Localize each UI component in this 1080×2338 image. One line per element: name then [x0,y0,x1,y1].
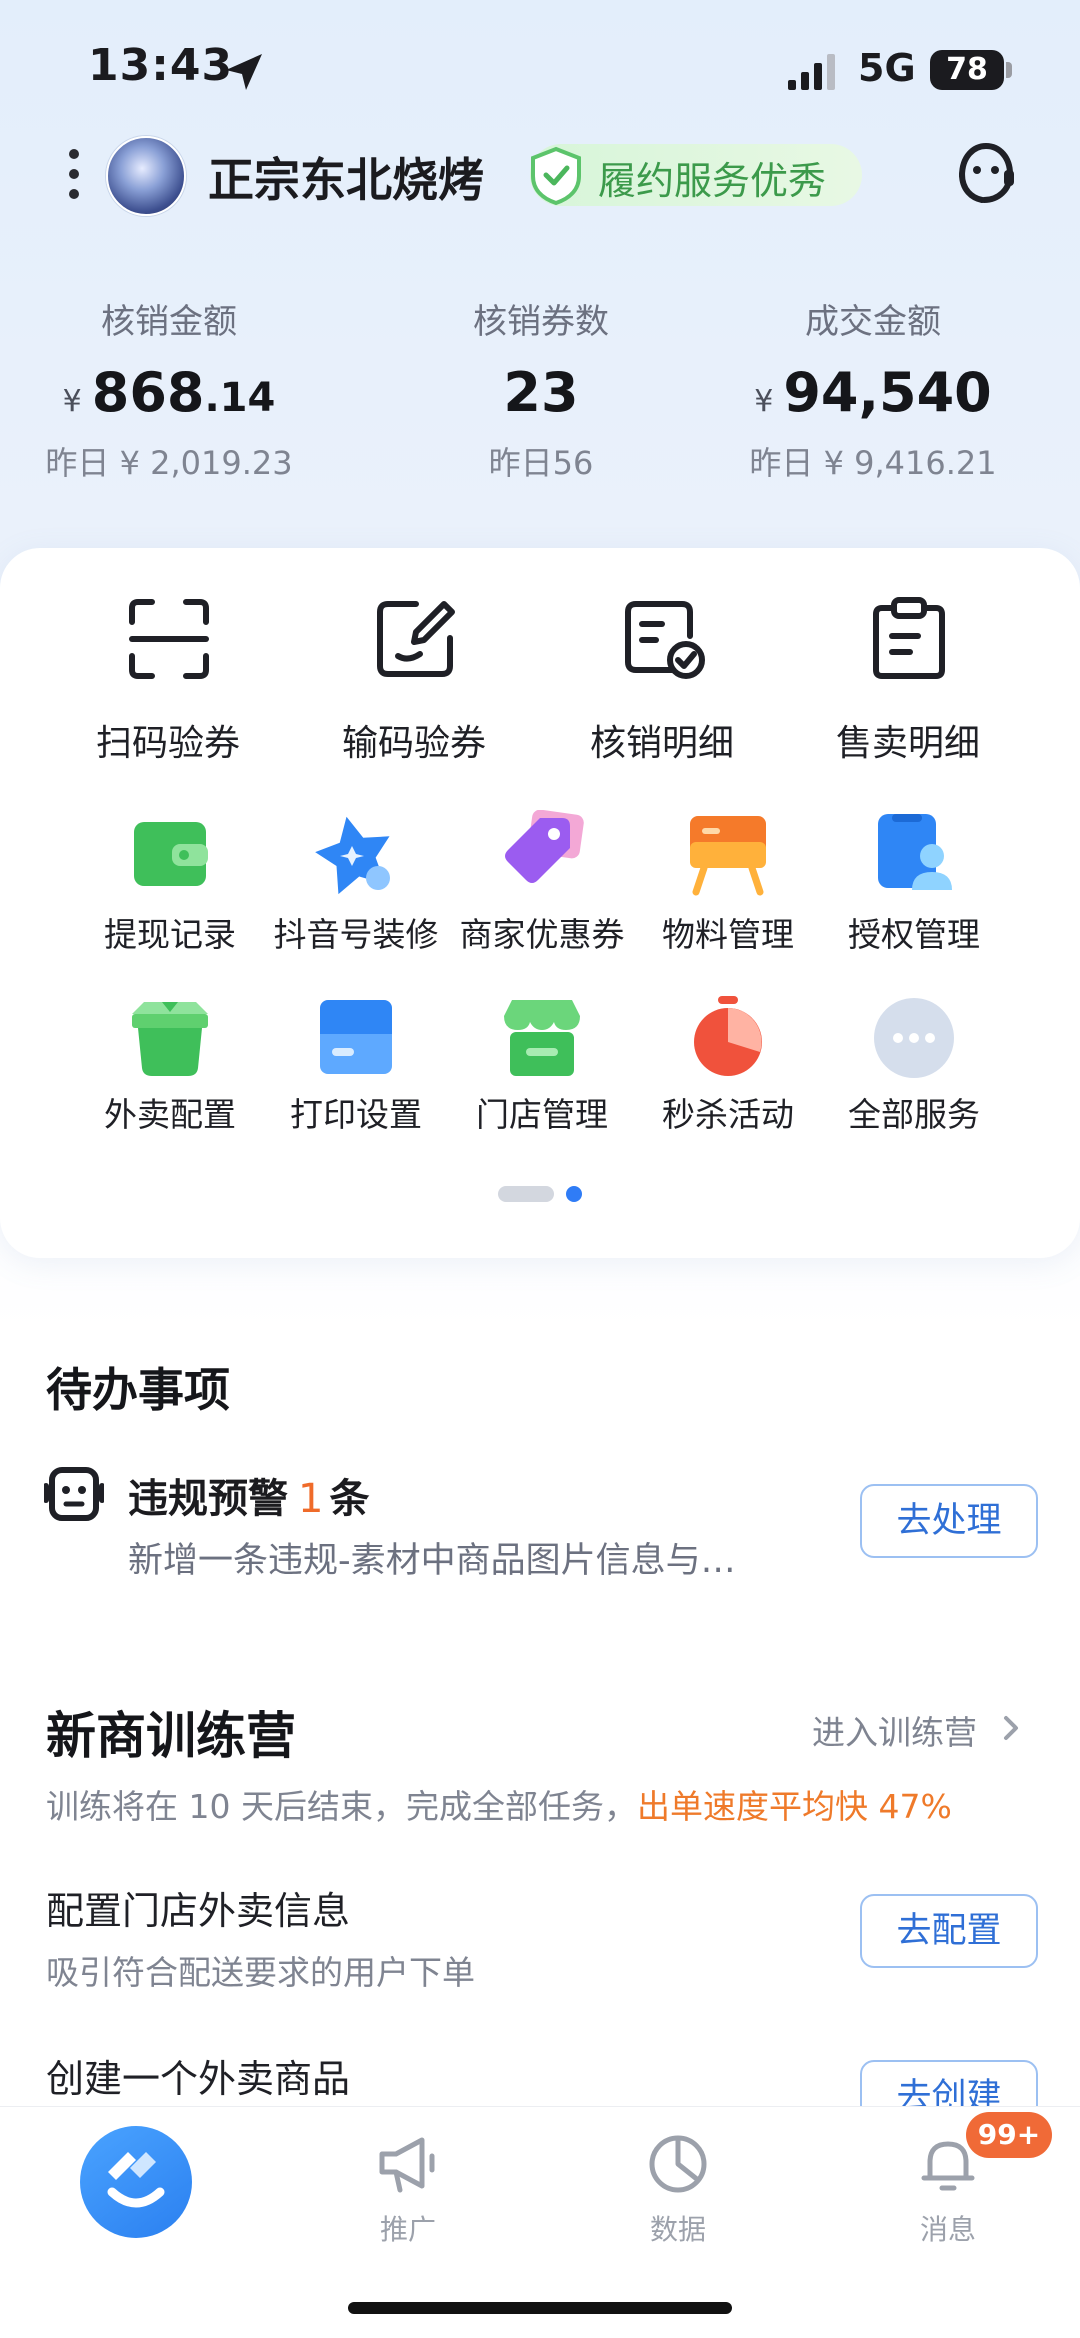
service-badge-label: 履约服务优秀 [598,159,827,203]
verify-detail-icon[interactable] [620,596,706,682]
quick-action-label[interactable]: 售卖明细 [788,714,1028,766]
more-menu-icon[interactable] [66,148,82,200]
task-subtitle: 吸引符合配送要求的用户下单 [46,1953,475,1992]
stat-yesterday: 昨日 ¥ 2,019.23 [45,444,293,482]
stat-label: 核销金额 [101,302,237,342]
tab-label-messages[interactable]: 消息 [888,2208,1008,2248]
customer-service-icon[interactable] [952,140,1020,208]
tab-label-data[interactable]: 数据 [618,2208,738,2248]
authorize-icon[interactable] [872,810,956,894]
scan-icon[interactable] [126,596,212,682]
quick-action-label[interactable]: 扫码验券 [48,714,288,766]
message-count-badge: 99+ [966,2112,1052,2158]
enter-training-link[interactable]: 进入训练营 [812,1706,977,1754]
tab-label-promote[interactable]: 推广 [348,2208,468,2248]
status-time: 13:43 [88,40,234,91]
handle-button[interactable]: 去处理 [860,1484,1038,1558]
megaphone-icon[interactable] [376,2132,440,2196]
training-desc: 训练将在 10 天后结束，完成全部任务，出单速度平均快 47% [46,1787,952,1826]
coupon-tag-icon[interactable] [500,810,584,894]
service-label[interactable]: 抖音号装修 [256,908,456,956]
stat-value: 23 [503,361,579,424]
service-label[interactable]: 外卖配置 [70,1088,270,1136]
service-label[interactable]: 授权管理 [814,908,1014,956]
delivery-bag-icon[interactable] [128,996,212,1080]
stat-verified-count[interactable]: 核销券数 23 昨日56 [376,294,706,484]
service-label[interactable]: 提现记录 [70,908,270,956]
stat-label: 成交金额 [805,302,941,342]
stat-deal-amount[interactable]: 成交金额 ¥94,540 昨日 ¥ 9,416.21 [708,294,1038,484]
network-type: 5G [858,46,916,90]
home-tab[interactable] [80,2126,192,2238]
stopwatch-icon[interactable] [686,994,770,1078]
todo-item-desc[interactable]: 新增一条违规-素材中商品图片信息与… [128,1532,736,1583]
stat-value: ¥868.14 [62,361,276,424]
stat-yesterday: 昨日56 [488,444,594,482]
stat-value: ¥94,540 [754,361,992,424]
training-section-title: 新商训练营 [46,1707,296,1765]
service-label[interactable]: 物料管理 [628,908,828,956]
todo-item-title[interactable]: 违规预警 1 条 [128,1466,369,1524]
battery-level: 78 [930,50,1004,90]
quick-action-label[interactable]: 输码验券 [294,714,534,766]
store-name[interactable]: 正宗东北烧烤 [208,144,484,210]
storefront-icon[interactable] [500,996,584,1080]
location-arrow-icon [226,54,262,90]
stat-verified-amount[interactable]: 核销金额 ¥868.14 昨日 ¥ 2,019.23 [4,294,334,484]
more-icon[interactable] [872,996,956,1080]
stat-yesterday: 昨日 ¥ 9,416.21 [749,444,997,482]
service-label[interactable]: 秒杀活动 [628,1088,828,1136]
task-title: 创建一个外卖商品 [46,2057,351,2101]
store-avatar[interactable] [106,136,186,216]
page-indicator-active[interactable] [566,1186,582,1202]
easel-icon[interactable] [686,812,770,896]
shield-icon [531,146,581,206]
edit-code-icon[interactable] [372,596,458,682]
configure-button[interactable]: 去配置 [860,1894,1038,1968]
wallet-icon[interactable] [128,812,212,896]
task-title: 配置门店外卖信息 [46,1889,351,1933]
service-label[interactable]: 全部服务 [814,1088,1014,1136]
printer-icon[interactable] [314,996,398,1080]
service-label[interactable]: 门店管理 [442,1088,642,1136]
todo-section-title: 待办事项 [46,1363,230,1417]
robot-alert-icon [44,1467,104,1521]
home-logo-icon [107,2152,165,2208]
stat-label: 核销券数 [473,302,609,342]
service-label[interactable]: 打印设置 [256,1088,456,1136]
chevron-right-icon[interactable] [1000,1712,1024,1744]
page-indicator-inactive[interactable] [498,1186,554,1202]
home-indicator[interactable] [348,2302,732,2314]
star-icon[interactable] [314,812,398,896]
battery-cap [1006,62,1012,78]
signal-icon [788,54,835,90]
quick-action-label[interactable]: 核销明细 [542,714,782,766]
service-label[interactable]: 商家优惠券 [442,908,642,956]
clipboard-icon[interactable] [866,596,952,682]
pie-chart-icon[interactable] [646,2132,710,2196]
